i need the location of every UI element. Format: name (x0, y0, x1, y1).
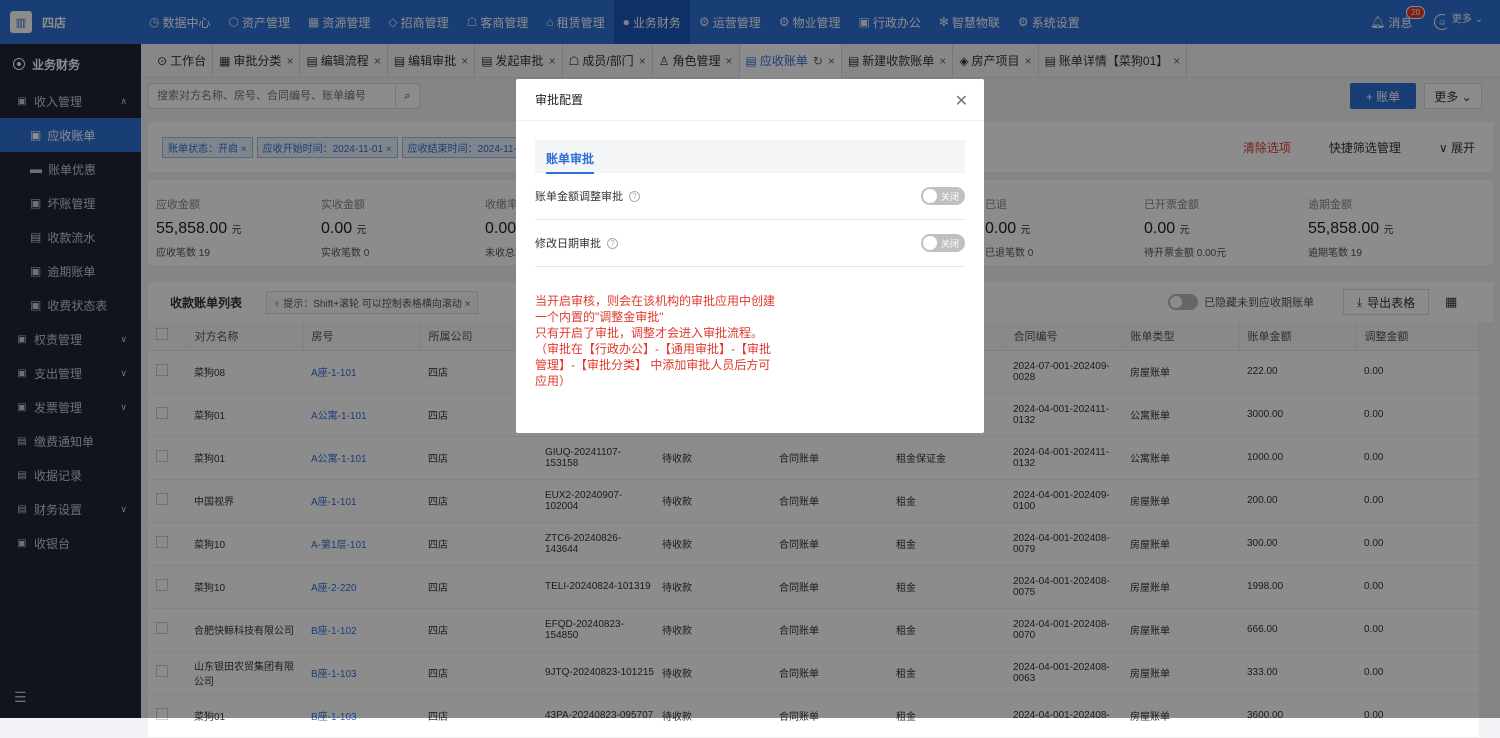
amount-adjust-approval-row: 账单金额调整审批 ? 关闭 (535, 173, 965, 220)
section-tabs: 账单审批 (535, 140, 965, 174)
tab-bill-approval[interactable]: 账单审批 (546, 150, 595, 174)
close-icon[interactable]: ✕ (955, 91, 968, 111)
dialog-title: 审批配置 (516, 79, 984, 121)
amount-adjust-approval-switch[interactable]: 关闭 (921, 187, 965, 205)
help-icon[interactable]: ? (629, 190, 640, 202)
date-change-approval-label: 修改日期审批 (535, 238, 601, 250)
help-icon[interactable]: ? (607, 237, 618, 249)
amount-adjust-approval-label: 账单金额调整审批 (535, 191, 623, 203)
date-change-approval-switch[interactable]: 关闭 (921, 234, 965, 252)
approval-config-dialog: 审批配置 ✕ 账单审批 账单金额调整审批 ? 关闭 修改日期审批 ? 关闭 当开… (516, 79, 984, 433)
approval-note: 当开启审核，则会在该机构的审批应用中创建一个内置的"调整金审批" 只有开启了审批… (535, 294, 776, 388)
date-change-approval-row: 修改日期审批 ? 关闭 (535, 220, 965, 267)
